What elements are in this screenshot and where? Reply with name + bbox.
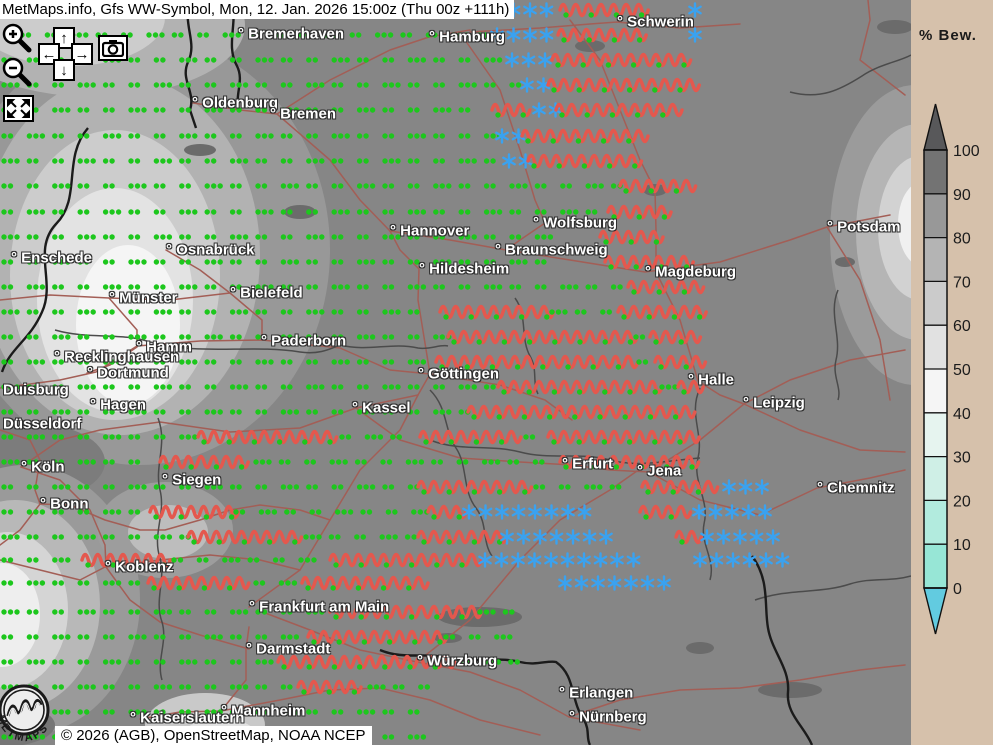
- zoom-out-button[interactable]: [2, 56, 34, 88]
- fullscreen-button[interactable]: [3, 95, 34, 122]
- legend-tick-label: 50: [953, 362, 971, 379]
- fullscreen-arrows-icon: [7, 99, 30, 118]
- legend-scale: 1009080706050403020100: [911, 0, 993, 745]
- legend-tick-label: 10: [953, 537, 971, 554]
- legend-tick-label: 90: [953, 187, 971, 204]
- cloud-cover-legend: % Bew. 1009080706050403020100: [911, 0, 993, 745]
- pan-down-arrow-icon: ↓: [60, 63, 68, 78]
- pan-up-arrow-icon: ↑: [60, 31, 68, 46]
- legend-tick-label: 70: [953, 274, 971, 291]
- attribution-links[interactable]: © 2026 (AGB), OpenStreetMap, NOAA NCEP: [55, 726, 372, 745]
- legend-tick-label: 100: [953, 143, 980, 160]
- legend-tick-label: 20: [953, 493, 971, 510]
- zoom-in-button[interactable]: [2, 22, 34, 54]
- map-title: MetMaps.info, Gfs WW-Symbol, Mon, 12. Ja…: [0, 0, 514, 19]
- screenshot-button[interactable]: [98, 35, 128, 61]
- legend-tick-label: 30: [953, 450, 971, 467]
- pan-right-arrow-icon: →: [75, 47, 90, 62]
- metmaps-app: ° Schwerin° Bremerhaven° Hamburg° Oldenb…: [0, 0, 993, 745]
- legend-tick-label: 80: [953, 231, 971, 248]
- legend-tick-label: 60: [953, 318, 971, 335]
- legend-tick-label: 40: [953, 406, 971, 423]
- camera-icon: [102, 40, 124, 57]
- legend-title: % Bew.: [919, 27, 977, 44]
- legend-tick-label: 0: [953, 581, 962, 598]
- map-controls: ↑ ← → ↓: [0, 18, 140, 128]
- pan-down-button[interactable]: ↓: [53, 59, 75, 81]
